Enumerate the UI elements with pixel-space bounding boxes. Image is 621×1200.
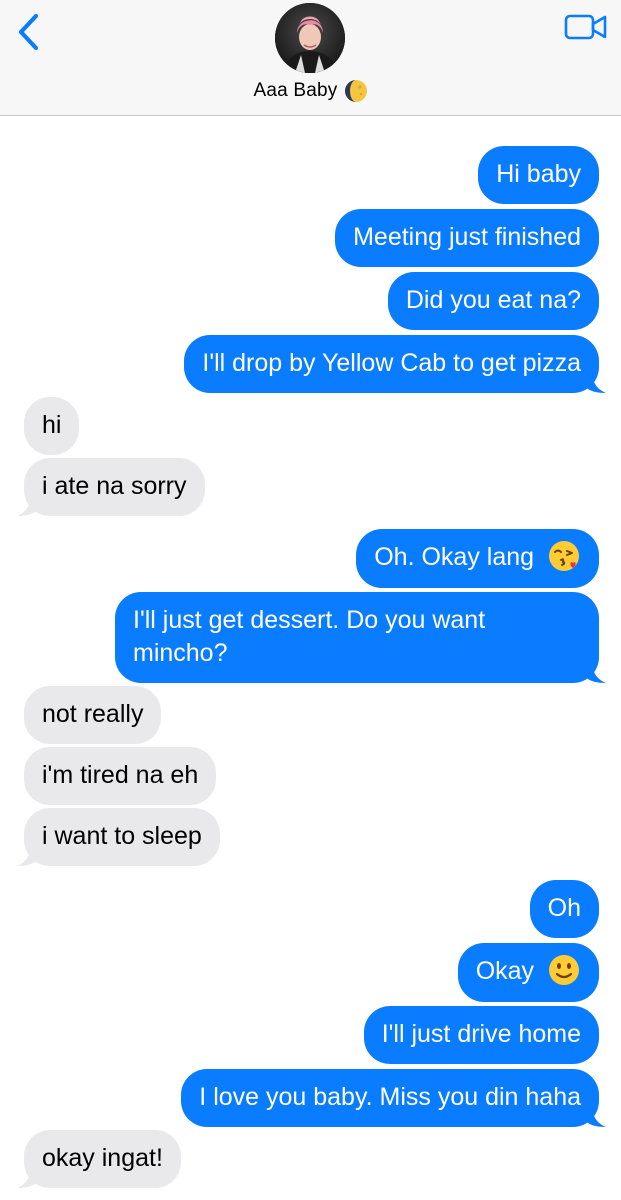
message-text: i'm tired na eh	[42, 761, 199, 789]
back-button[interactable]	[10, 10, 46, 54]
message-text: not really	[42, 700, 144, 728]
bubble-tail	[586, 371, 606, 393]
message-text: I love you baby. Miss you din haha	[199, 1083, 581, 1111]
incoming-message-row: not really	[0, 686, 621, 744]
outgoing-message-row: Meeting just finished	[0, 209, 621, 267]
outgoing-message-row: I'll just get dessert. Do you want minch…	[0, 592, 621, 683]
incoming-message[interactable]: okay ingat!	[17, 1130, 181, 1188]
outgoing-message[interactable]: Oh	[529, 880, 599, 938]
incoming-message-row: i want to sleep	[0, 808, 621, 866]
bubble-tail	[586, 1105, 606, 1127]
message-text: hi	[42, 411, 62, 439]
outgoing-message-row: Oh. Okay lang	[0, 529, 621, 589]
outgoing-message[interactable]: I'll just get dessert. Do you want minch…	[115, 592, 606, 683]
message-text: Okay	[475, 957, 535, 985]
message-text: I'll just get dessert. Do you want minch…	[133, 606, 486, 667]
incoming-message-row: i'm tired na eh	[0, 747, 621, 805]
outgoing-message-row: I'll just drive home	[0, 1006, 621, 1064]
message-text: i want to sleep	[42, 822, 202, 850]
outgoing-message-row: I'll drop by Yellow Cab to get pizza	[0, 335, 621, 393]
outgoing-message[interactable]: Okay	[457, 943, 599, 1003]
message-text: Oh	[547, 894, 581, 922]
incoming-message[interactable]: not really	[24, 686, 162, 744]
message-text: I'll just drive home	[381, 1020, 581, 1048]
outgoing-message[interactable]: I'll just drive home	[363, 1006, 599, 1064]
bubble-tail	[17, 494, 37, 516]
outgoing-message[interactable]: Meeting just finished	[335, 209, 599, 267]
outgoing-message-row: Okay	[0, 943, 621, 1003]
outgoing-message[interactable]: I love you baby. Miss you din haha	[181, 1069, 606, 1127]
contact-name-row[interactable]: Aaa Baby	[0, 78, 621, 104]
contact-avatar[interactable]	[275, 3, 345, 73]
incoming-message[interactable]: i ate na sorry	[17, 458, 205, 516]
chevron-left-icon	[18, 13, 39, 51]
slightly-smiling-face-icon	[549, 955, 579, 986]
message-text: okay ingat!	[42, 1144, 163, 1172]
incoming-message-row: i ate na sorry	[0, 458, 621, 516]
incoming-message-row: hi	[0, 397, 621, 455]
contact-name: Aaa Baby	[253, 80, 338, 101]
message-thread[interactable]: Hi baby Meeting just finished Did you ea…	[0, 120, 621, 1200]
message-text: Hi baby	[496, 160, 581, 188]
moon-icon	[344, 80, 367, 102]
outgoing-message[interactable]: Did you eat na?	[387, 272, 599, 330]
incoming-message[interactable]: i want to sleep	[17, 808, 220, 866]
video-call-button[interactable]	[563, 12, 609, 42]
outgoing-message[interactable]: Hi baby	[478, 146, 599, 204]
bubble-tail	[17, 844, 37, 866]
bubble-tail	[17, 1166, 37, 1188]
message-text: Meeting just finished	[353, 223, 581, 251]
outgoing-message-row: Hi baby	[0, 146, 621, 204]
incoming-message[interactable]: i'm tired na eh	[24, 747, 217, 805]
conversation-header: Aaa Baby	[0, 0, 621, 116]
outgoing-message-row: I love you baby. Miss you din haha	[0, 1069, 621, 1127]
kissing-face-icon	[549, 541, 579, 572]
message-text: i ate na sorry	[42, 472, 187, 500]
outgoing-message-row: Oh	[0, 880, 621, 938]
message-text: Did you eat na?	[405, 286, 581, 314]
message-text: Oh. Okay lang	[374, 543, 535, 571]
outgoing-message[interactable]: I'll drop by Yellow Cab to get pizza	[184, 335, 606, 393]
avatar-photo	[275, 3, 345, 73]
incoming-message-row: okay ingat!	[0, 1130, 621, 1188]
message-text: I'll drop by Yellow Cab to get pizza	[202, 349, 581, 377]
incoming-message[interactable]: hi	[24, 397, 80, 455]
video-camera-icon	[564, 14, 607, 40]
outgoing-message-row: Did you eat na?	[0, 272, 621, 330]
outgoing-message[interactable]: Oh. Okay lang	[356, 529, 599, 589]
bubble-tail	[586, 661, 606, 683]
